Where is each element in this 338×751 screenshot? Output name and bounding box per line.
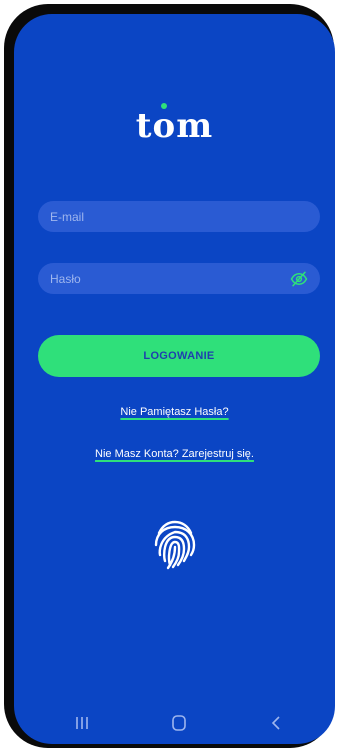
register-row: Nie Masz Konta? Zarejestruj się. [14, 448, 335, 460]
forgot-password-row: Nie Pamiętasz Hasła? [14, 406, 335, 418]
phone-frame: tom LOGOWANIE Nie Pamiętasz Hasła? Nie M… [4, 4, 335, 748]
password-field[interactable] [38, 263, 320, 294]
home-icon[interactable] [169, 714, 189, 732]
logo-dotted-letter: o [152, 103, 177, 146]
email-input[interactable] [38, 201, 320, 232]
login-screen: tom LOGOWANIE Nie Pamiętasz Hasła? Nie M… [14, 14, 335, 744]
fingerprint-icon[interactable] [153, 519, 197, 571]
recent-apps-icon[interactable] [72, 714, 92, 732]
password-input[interactable] [38, 263, 320, 294]
login-button[interactable]: LOGOWANIE [38, 335, 320, 377]
email-field[interactable] [38, 201, 320, 232]
logo-text-start: t [135, 106, 153, 146]
eye-slash-icon[interactable] [290, 270, 308, 288]
app-logo: to m [14, 103, 335, 146]
logo-text-end: m [176, 106, 214, 146]
logo-letter-o: o [152, 106, 177, 146]
forgot-password-link[interactable]: Nie Pamiętasz Hasła? [120, 406, 228, 418]
back-icon[interactable] [266, 714, 286, 732]
register-link[interactable]: Nie Masz Konta? Zarejestruj się. [95, 448, 254, 460]
system-navigation-bar [14, 702, 335, 744]
